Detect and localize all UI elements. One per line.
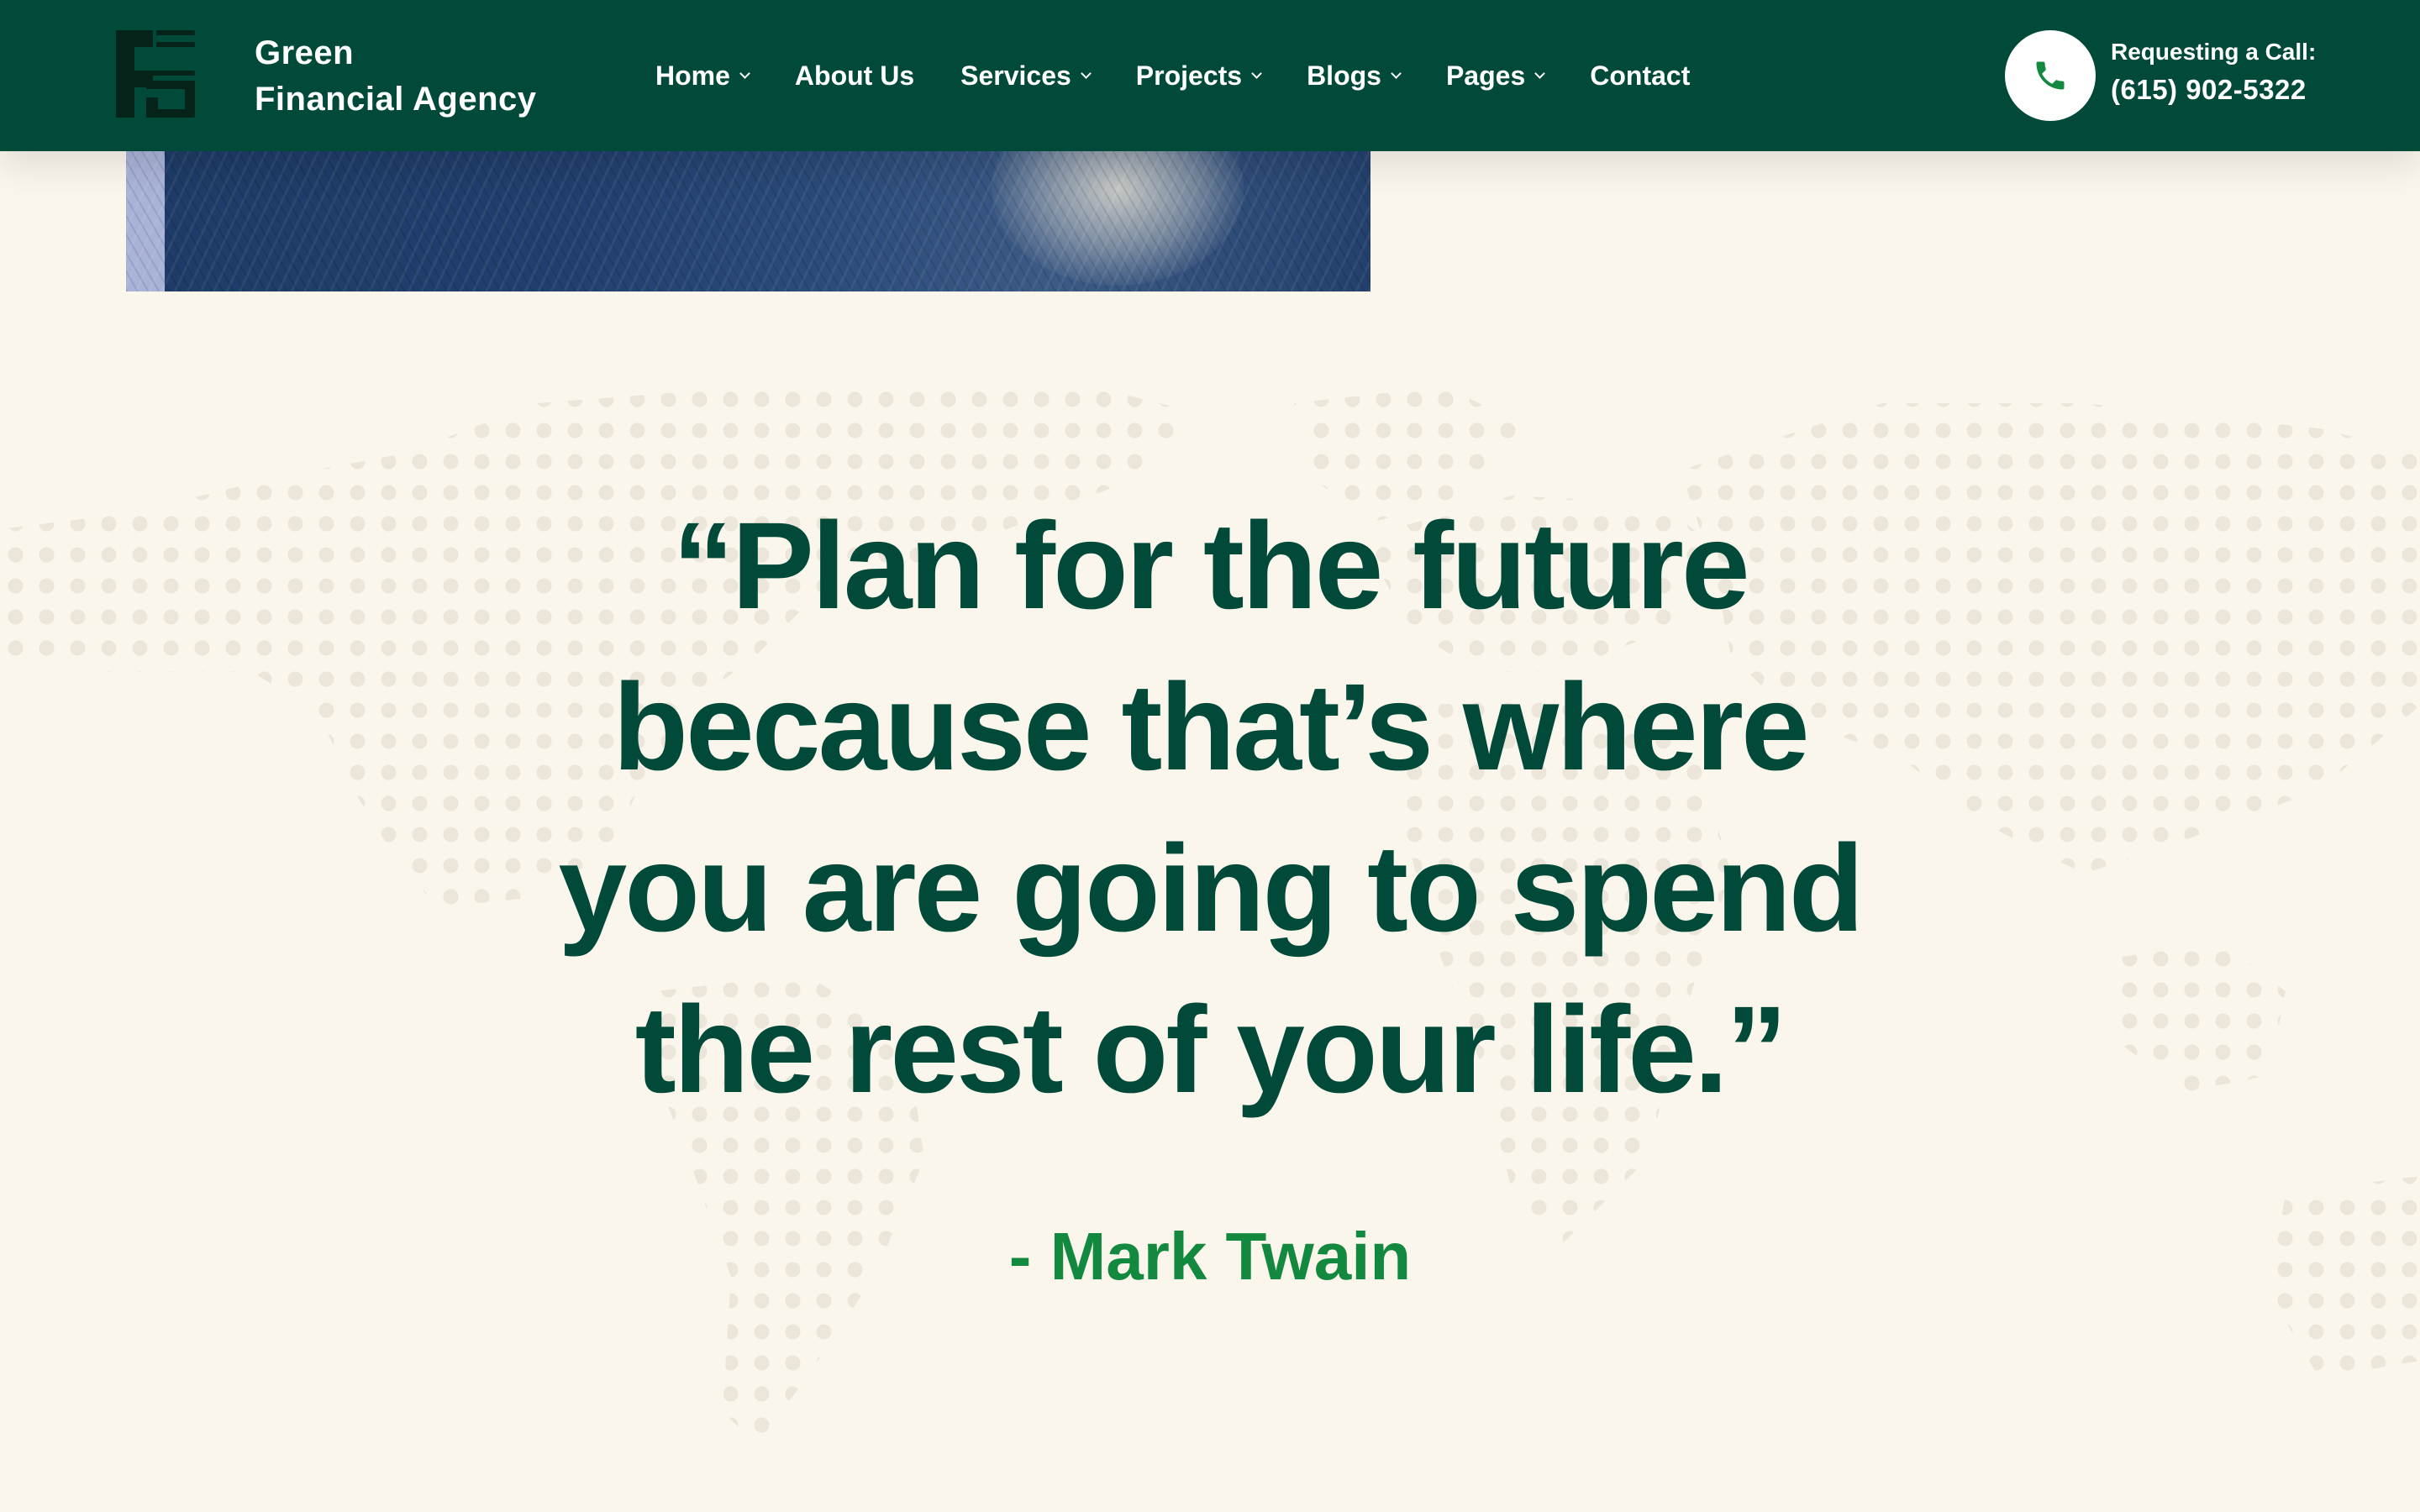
call-label: Requesting a Call:: [2111, 39, 2317, 65]
quote-line: because that’s where: [613, 659, 1809, 796]
chevron-down-icon: [1080, 67, 1092, 79]
nav-item-label: Blogs: [1307, 60, 1381, 91]
nav-item-label: Services: [960, 60, 1071, 91]
nav-item-about-us[interactable]: About Us: [795, 60, 914, 92]
call-number[interactable]: (615) 902-5322: [2111, 74, 2307, 106]
chevron-down-icon: [1251, 67, 1262, 79]
chevron-down-icon: [739, 67, 750, 79]
nav-item-label: Pages: [1445, 60, 1526, 91]
brand-name-line2: Financial Agency: [255, 81, 537, 118]
nav-item-label: Home: [655, 60, 730, 91]
nav-item-pages[interactable]: Pages: [1445, 60, 1546, 92]
gfa-logo-icon[interactable]: [109, 29, 198, 119]
nav-item-services[interactable]: Services: [960, 60, 1092, 92]
site-header: Green Financial Agency Home About Us Ser…: [0, 0, 2420, 151]
main-nav: Home About Us Services Projects Blogs Pa…: [655, 0, 1736, 151]
photo-texture: [126, 143, 1370, 291]
quote-text: “Plan for the future because that’s wher…: [454, 486, 1966, 1131]
brand-name[interactable]: Green Financial Agency: [255, 30, 537, 123]
quote-author: - Mark Twain: [1008, 1219, 1412, 1294]
chevron-down-icon: [1534, 67, 1546, 79]
chevron-down-icon: [1391, 67, 1402, 79]
nav-item-label: About Us: [794, 60, 915, 91]
call-button[interactable]: [2005, 30, 2096, 121]
nav-item-label: Contact: [1590, 60, 1691, 91]
quote-line: you are going to spend: [558, 820, 1864, 958]
nav-item-projects[interactable]: Projects: [1135, 60, 1262, 92]
nav-item-contact[interactable]: Contact: [1590, 60, 1690, 92]
nav-item-label: Projects: [1135, 60, 1243, 91]
phone-icon: [2036, 61, 2065, 90]
nav-item-home[interactable]: Home: [655, 60, 750, 92]
brand-name-line1: Green: [255, 34, 355, 71]
quote-line: the rest of your life.”: [634, 981, 1788, 1119]
quote-line: “Plan for the future: [672, 497, 1749, 635]
nav-item-blogs[interactable]: Blogs: [1307, 60, 1402, 92]
hero-photo: [126, 143, 1370, 291]
